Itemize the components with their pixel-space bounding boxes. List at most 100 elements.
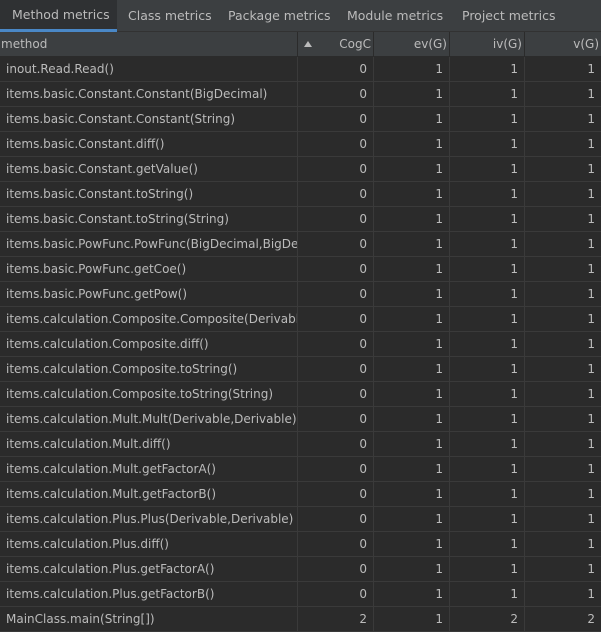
- ivg-cell: 1: [450, 232, 525, 256]
- tab-project-metrics[interactable]: Project metrics: [451, 0, 601, 32]
- tab-package-metrics[interactable]: Package metrics: [217, 0, 336, 32]
- table-row[interactable]: items.calculation.Plus.Plus(Derivable,De…: [0, 507, 601, 532]
- evg-cell: 1: [374, 232, 450, 256]
- evg-cell: 1: [374, 532, 450, 556]
- cogc-cell: 0: [298, 482, 374, 506]
- column-header-method[interactable]: method: [0, 32, 298, 56]
- cogc-cell: 0: [298, 207, 374, 231]
- method-name-cell: items.basic.Constant.toString(String): [0, 207, 298, 231]
- column-header-ivg[interactable]: iv(G): [450, 32, 525, 56]
- tab-module-metrics[interactable]: Module metrics: [336, 0, 451, 32]
- table-row[interactable]: items.calculation.Composite.Composite(De…: [0, 307, 601, 332]
- column-header-evg[interactable]: ev(G): [374, 32, 450, 56]
- vg-cell: 1: [587, 362, 595, 376]
- table-row[interactable]: items.basic.Constant.toString() 0 1 1 1: [0, 182, 601, 207]
- vg-cell: 1: [587, 262, 595, 276]
- method-name-cell: items.calculation.Plus.diff(): [0, 532, 298, 556]
- evg-cell: 1: [374, 382, 450, 406]
- evg-cell: 1: [374, 332, 450, 356]
- ivg-cell: 1: [450, 357, 525, 381]
- vg-cell: 1: [587, 187, 595, 201]
- cogc-cell: 0: [298, 507, 374, 531]
- method-name-cell: items.basic.PowFunc.getCoe(): [0, 257, 298, 281]
- ivg-cell: 1: [450, 557, 525, 581]
- evg-cell: 1: [374, 257, 450, 281]
- table-row[interactable]: items.calculation.Mult.getFactorA() 0 1 1 1: [0, 457, 601, 482]
- method-name-cell: items.calculation.Plus.getFactorA(): [0, 557, 298, 581]
- table-row[interactable]: items.basic.PowFunc.getPow() 0 1 1 1: [0, 282, 601, 307]
- ivg-cell: 1: [450, 482, 525, 506]
- ivg-cell: 1: [450, 407, 525, 431]
- method-name-cell: items.basic.Constant.diff(): [0, 132, 298, 156]
- column-header-cogc[interactable]: CogC: [321, 32, 374, 56]
- method-name-cell: items.calculation.Mult.diff(): [0, 432, 298, 456]
- evg-cell: 1: [374, 57, 450, 81]
- table-row[interactable]: inout.Read.Read() 0 1 1 1: [0, 57, 601, 82]
- evg-cell: 1: [374, 482, 450, 506]
- evg-cell: 1: [374, 157, 450, 181]
- vg-cell: 1: [587, 312, 595, 326]
- vg-cell: 1: [587, 212, 595, 226]
- cogc-cell: 0: [298, 82, 374, 106]
- metrics-table-body: inout.Read.Read() 0 1 1 1 items.basic.Constan…: [0, 57, 601, 632]
- cogc-cell: 0: [298, 132, 374, 156]
- table-row[interactable]: items.calculation.Plus.getFactorA() 0 1 1 1: [0, 557, 601, 582]
- ivg-cell: 1: [450, 132, 525, 156]
- method-name-cell: items.calculation.Composite.diff(): [0, 332, 298, 356]
- vg-cell: 1: [587, 562, 595, 576]
- evg-cell: 1: [374, 507, 450, 531]
- cogc-cell: 0: [298, 157, 374, 181]
- table-row[interactable]: items.calculation.Plus.diff() 0 1 1 1: [0, 532, 601, 557]
- ivg-cell: 1: [450, 257, 525, 281]
- cogc-cell: 0: [298, 257, 374, 281]
- metrics-tab-bar: Method metrics Class metrics Package met…: [0, 0, 601, 32]
- cogc-cell: 0: [298, 282, 374, 306]
- evg-cell: 1: [374, 357, 450, 381]
- cogc-cell: 0: [298, 407, 374, 431]
- table-row[interactable]: items.basic.Constant.toString(String) 0 1 1…: [0, 207, 601, 232]
- tab-class-metrics[interactable]: Class metrics: [117, 0, 217, 32]
- vg-cell: 1: [587, 512, 595, 526]
- method-name-cell: items.basic.Constant.Constant(String): [0, 107, 298, 131]
- table-row[interactable]: items.basic.PowFunc.PowFunc(BigDecimal,B…: [0, 232, 601, 257]
- vg-cell: 1: [587, 162, 595, 176]
- vg-cell: 1: [587, 462, 595, 476]
- vg-cell: 1: [587, 62, 595, 76]
- method-name-cell: items.calculation.Composite.Composite(De…: [0, 307, 298, 331]
- evg-cell: 1: [374, 407, 450, 431]
- table-row[interactable]: items.calculation.Mult.diff() 0 1 1 1: [0, 432, 601, 457]
- evg-cell: 1: [374, 132, 450, 156]
- ivg-cell: 1: [450, 107, 525, 131]
- table-row[interactable]: items.calculation.Mult.Mult(Derivable,De…: [0, 407, 601, 432]
- table-row[interactable]: items.basic.Constant.getValue() 0 1 1 1: [0, 157, 601, 182]
- table-row[interactable]: items.calculation.Composite.toString() 0 1…: [0, 357, 601, 382]
- ivg-cell: 1: [450, 307, 525, 331]
- evg-cell: 1: [374, 82, 450, 106]
- vg-cell: 1: [587, 587, 595, 601]
- table-row[interactable]: items.basic.Constant.diff() 0 1 1 1: [0, 132, 601, 157]
- cogc-cell: 0: [298, 557, 374, 581]
- table-row[interactable]: items.basic.PowFunc.getCoe() 0 1 1 1: [0, 257, 601, 282]
- vg-cell: 1: [587, 537, 595, 551]
- cogc-cell: 0: [298, 232, 374, 256]
- method-name-cell: items.calculation.Mult.getFactorB(): [0, 482, 298, 506]
- method-name-cell: items.basic.Constant.Constant(BigDecimal…: [0, 82, 298, 106]
- column-header-vg[interactable]: v(G): [525, 32, 601, 56]
- evg-cell: 1: [374, 182, 450, 206]
- table-row[interactable]: items.calculation.Plus.getFactorB() 0 1 1 1: [0, 582, 601, 607]
- method-name-cell: items.basic.Constant.toString(): [0, 182, 298, 206]
- table-row[interactable]: items.calculation.Composite.diff() 0 1 1 1: [0, 332, 601, 357]
- table-row[interactable]: items.calculation.Composite.toString(Str…: [0, 382, 601, 407]
- method-name-cell: items.basic.PowFunc.PowFunc(BigDecimal,B…: [0, 232, 298, 256]
- evg-cell: 1: [374, 607, 450, 631]
- ivg-cell: 1: [450, 532, 525, 556]
- table-row[interactable]: items.basic.Constant.Constant(BigDecimal…: [0, 82, 601, 107]
- table-row[interactable]: MainClass.main(String[]) 2 1 2 2: [0, 607, 601, 632]
- sort-toggle[interactable]: [298, 32, 321, 56]
- ivg-cell: 1: [450, 282, 525, 306]
- evg-cell: 1: [374, 432, 450, 456]
- metrics-panel: Method metrics Class metrics Package met…: [0, 0, 601, 632]
- tab-method-metrics[interactable]: Method metrics: [0, 0, 117, 32]
- table-row[interactable]: items.basic.Constant.Constant(String) 0 1 1…: [0, 107, 601, 132]
- table-row[interactable]: items.calculation.Mult.getFactorB() 0 1 1 1: [0, 482, 601, 507]
